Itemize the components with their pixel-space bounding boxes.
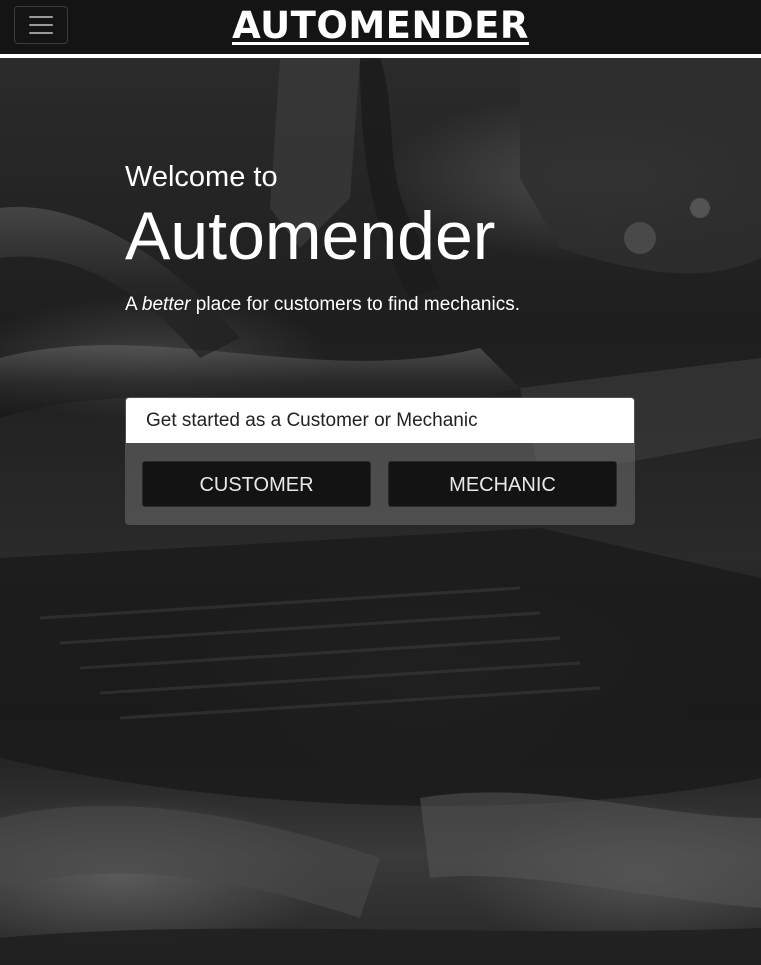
customer-button[interactable]: CUSTOMER bbox=[142, 461, 371, 507]
mechanic-button[interactable]: MECHANIC bbox=[388, 461, 617, 507]
top-navbar: AUTOMENDER bbox=[0, 0, 761, 54]
hero-title: Automender bbox=[125, 198, 496, 274]
brand-logo: AUTOMENDER bbox=[0, 3, 761, 49]
get-started-header: Get started as a Customer or Mechanic bbox=[126, 398, 634, 443]
tagline-suffix: place for customers to find mechanics. bbox=[190, 294, 520, 315]
navbar-divider bbox=[0, 54, 761, 58]
get-started-card: Get started as a Customer or Mechanic CU… bbox=[125, 397, 635, 525]
welcome-text: Welcome to bbox=[125, 161, 278, 193]
brand-link[interactable]: AUTOMENDER bbox=[232, 4, 529, 47]
tagline-emphasis: better bbox=[141, 294, 191, 315]
tagline-prefix: A bbox=[125, 294, 142, 315]
tagline: A better place for customers to find mec… bbox=[125, 292, 520, 318]
hero-text-block: Welcome to Automender A better place for… bbox=[125, 158, 520, 318]
hero-section: Welcome to Automender A better place for… bbox=[0, 58, 761, 965]
